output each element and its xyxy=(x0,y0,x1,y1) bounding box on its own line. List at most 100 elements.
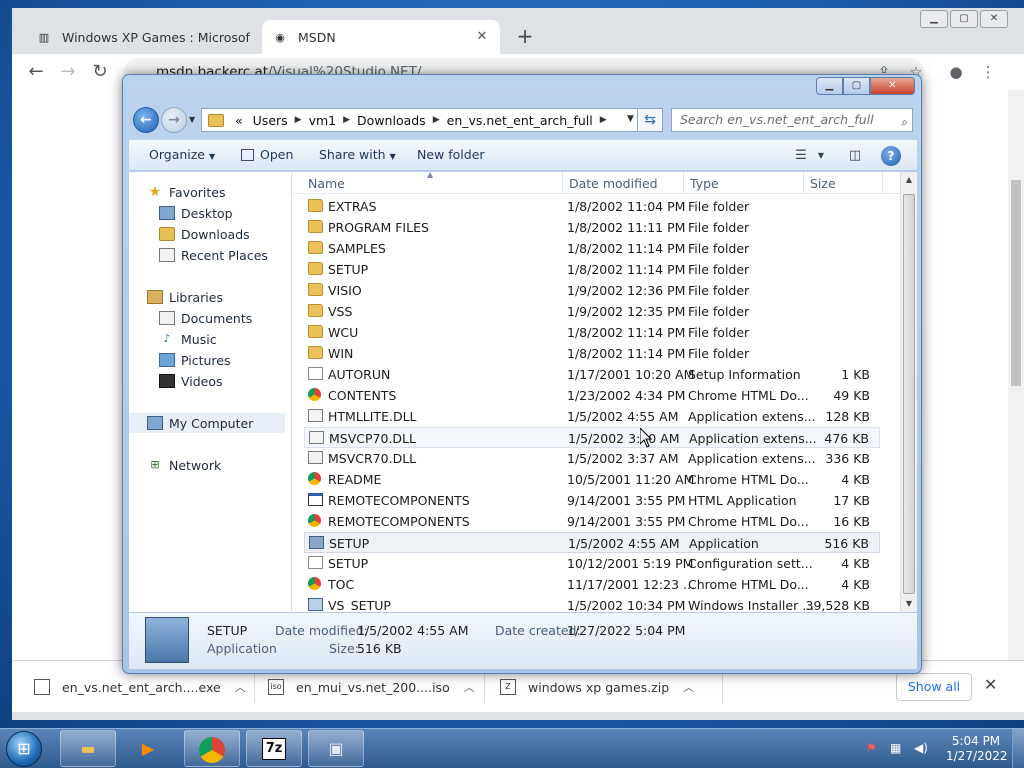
forward-button[interactable]: → xyxy=(56,60,80,84)
tab-windows-xp-games[interactable]: ▥ Windows XP Games : Microsoft C xyxy=(26,20,260,54)
network-tray-icon[interactable]: ▦ xyxy=(890,741,901,755)
chevron-up-icon[interactable]: ︿ xyxy=(683,679,694,695)
taskbar-7zip-button[interactable]: 7z xyxy=(246,730,302,767)
table-row[interactable]: VSS 1/9/2002 12:35 PM File folder xyxy=(304,301,880,322)
menu-kebab-icon[interactable]: ⋮ xyxy=(976,60,1000,84)
page-scroll-thumb[interactable] xyxy=(1011,180,1021,386)
column-divider[interactable] xyxy=(683,172,684,194)
file-date-modified: 11/17/2001 12:23 ... xyxy=(567,577,695,592)
chevron-right-icon[interactable]: ▶ xyxy=(600,115,607,125)
minimize-button[interactable]: ▁ xyxy=(816,77,843,95)
close-button[interactable]: ✕ xyxy=(870,77,915,95)
address-breadcrumb[interactable]: « Users ▶ vm1 ▶ Downloads ▶ en_vs.net_ent_a… xyxy=(201,108,663,132)
nav-network[interactable]: ⊞ Network xyxy=(147,455,307,475)
taskbar-media-player-button[interactable]: ▶ xyxy=(120,730,176,767)
tab-msdn[interactable]: ◉ MSDN ✕ xyxy=(262,20,500,54)
page-scrollbar[interactable] xyxy=(1008,90,1024,660)
chevron-up-icon[interactable]: ︿ xyxy=(235,679,246,695)
table-row[interactable]: WCU 1/8/2002 11:14 PM File folder xyxy=(304,322,880,343)
column-divider[interactable] xyxy=(882,172,883,194)
nav-favorites[interactable]: ★ Favorites xyxy=(147,182,307,202)
breadcrumb-users[interactable]: Users xyxy=(253,113,288,128)
show-desktop-button[interactable] xyxy=(1012,729,1024,768)
table-row[interactable]: TOC 11/17/2001 12:23 ... Chrome HTML Do...… xyxy=(304,574,880,595)
breadcrumb-downloads[interactable]: Downloads xyxy=(357,113,426,128)
table-row[interactable]: HTMLLITE.DLL 1/5/2002 4:55 AM Application … xyxy=(304,406,880,427)
column-type[interactable]: Type xyxy=(690,176,719,191)
download-item[interactable]: iso en_mui_vs.net_200....iso ︿ xyxy=(268,673,475,701)
preview-pane-icon[interactable]: ◫ xyxy=(845,146,865,166)
share-with-button[interactable]: Share with ▼ xyxy=(319,147,396,162)
breadcrumb-vm1[interactable]: vm1 xyxy=(309,113,337,128)
profile-avatar-icon[interactable]: ● xyxy=(944,60,968,84)
chevron-up-icon[interactable]: ︿ xyxy=(464,679,475,695)
taskbar-setup-button[interactable]: ▣ xyxy=(308,730,364,767)
nav-my-computer[interactable]: My Computer xyxy=(129,413,285,433)
search-input[interactable]: Search en_vs.net_ent_arch_full ⌕ xyxy=(671,108,913,132)
action-center-icon[interactable]: ⚑ xyxy=(866,741,877,755)
new-tab-button[interactable]: + xyxy=(512,24,538,50)
column-divider[interactable] xyxy=(562,172,563,194)
column-divider[interactable] xyxy=(803,172,804,194)
breadcrumb-current[interactable]: en_vs.net_ent_arch_full xyxy=(447,113,593,128)
table-row[interactable]: SAMPLES 1/8/2002 11:14 PM File folder xyxy=(304,238,880,259)
taskbar-chrome-button[interactable] xyxy=(184,730,240,767)
setup-icon: ▣ xyxy=(328,739,344,758)
table-row[interactable]: VISIO 1/9/2002 12:36 PM File folder xyxy=(304,280,880,301)
chevron-right-icon[interactable]: ▶ xyxy=(343,115,350,125)
table-row[interactable]: PROGRAM FILES 1/8/2002 11:11 PM File folde… xyxy=(304,217,880,238)
system-clock[interactable]: 5:04 PM 1/27/2022 xyxy=(946,734,1008,764)
new-folder-button[interactable]: New folder xyxy=(417,147,485,162)
open-button[interactable]: Open xyxy=(241,147,293,162)
chevron-right-icon[interactable]: ▶ xyxy=(433,115,440,125)
help-icon[interactable]: ? xyxy=(881,146,901,166)
back-button[interactable]: ← xyxy=(133,107,159,133)
minimize-button[interactable]: ▁ xyxy=(920,10,948,28)
scroll-up-icon[interactable]: ▲ xyxy=(901,172,917,188)
back-button[interactable]: ← xyxy=(24,60,48,84)
address-dropdown-icon[interactable]: ▼ xyxy=(627,114,634,124)
forward-button[interactable]: → xyxy=(161,107,187,133)
nav-libraries[interactable]: Libraries xyxy=(147,287,307,307)
download-item[interactable]: Z windows xp games.zip ︿ xyxy=(500,673,694,701)
file-list-scrollbar[interactable]: ▲ ▼ xyxy=(900,172,917,612)
reload-button[interactable]: ↻ xyxy=(88,60,112,84)
refresh-button[interactable]: ⇆ xyxy=(637,108,663,132)
show-all-button[interactable]: Show all xyxy=(896,673,972,701)
breadcrumb-overflow[interactable]: « xyxy=(235,113,243,128)
table-row[interactable]: CONTENTS 1/23/2002 4:34 PM Chrome HTML Do.… xyxy=(304,385,880,406)
table-row[interactable]: SETUP 10/12/2001 5:19 PM Configuration set… xyxy=(304,553,880,574)
search-icon[interactable]: ⌕ xyxy=(901,111,908,133)
scroll-down-icon[interactable]: ▼ xyxy=(901,596,917,612)
column-date-modified[interactable]: Date modified xyxy=(569,176,658,191)
close-button[interactable]: ✕ xyxy=(980,10,1008,28)
organize-button[interactable]: Organize ▼ xyxy=(149,147,215,162)
table-row[interactable]: REMOTECOMPONENTS 9/14/2001 3:55 PM HTML Ap… xyxy=(304,490,880,511)
table-row[interactable]: WIN 1/8/2002 11:14 PM File folder xyxy=(304,343,880,364)
start-button[interactable]: ⊞ xyxy=(6,731,42,767)
download-item[interactable]: en_vs.net_ent_arch....exe ︿ xyxy=(34,673,246,701)
table-row[interactable]: MSVCP70.DLL 1/5/2002 3:40 AM Application e… xyxy=(304,427,880,448)
table-row[interactable]: AUTORUN 1/17/2001 10:20 AM Setup Informati… xyxy=(304,364,880,385)
table-row[interactable]: REMOTECOMPONENTS 9/14/2001 3:55 PM Chrome … xyxy=(304,511,880,532)
chevron-right-icon[interactable]: ▶ xyxy=(295,115,302,125)
volume-icon[interactable]: ◀) xyxy=(914,741,928,755)
close-shelf-icon[interactable]: ✕ xyxy=(984,675,997,694)
view-options-icon[interactable]: ☰ xyxy=(791,146,811,166)
table-row[interactable]: SETUP 1/5/2002 4:55 AM Application 516 KB xyxy=(304,532,880,553)
tab-close-icon[interactable]: ✕ xyxy=(474,29,490,45)
table-row[interactable]: MSVCR70.DLL 1/5/2002 3:37 AM Application e… xyxy=(304,448,880,469)
taskbar-explorer-button[interactable]: ▬ xyxy=(60,730,116,767)
recent-pages-dropdown[interactable]: ▼ xyxy=(189,115,195,124)
column-name[interactable]: Name xyxy=(308,176,345,191)
maximize-button[interactable]: ▢ xyxy=(950,10,978,28)
scroll-thumb[interactable] xyxy=(903,194,915,594)
table-row[interactable]: README 10/5/2001 11:20 AM Chrome HTML Do..… xyxy=(304,469,880,490)
file-date-modified: 1/5/2002 3:37 AM xyxy=(567,451,679,466)
column-size[interactable]: Size xyxy=(810,176,836,191)
zip-file-icon: Z xyxy=(500,679,516,695)
maximize-button[interactable]: ▢ xyxy=(843,77,870,95)
table-row[interactable]: EXTRAS 1/8/2002 11:04 PM File folder xyxy=(304,196,880,217)
table-row[interactable]: SETUP 1/8/2002 11:14 PM File folder xyxy=(304,259,880,280)
chevron-down-icon[interactable]: ▼ xyxy=(811,146,831,166)
